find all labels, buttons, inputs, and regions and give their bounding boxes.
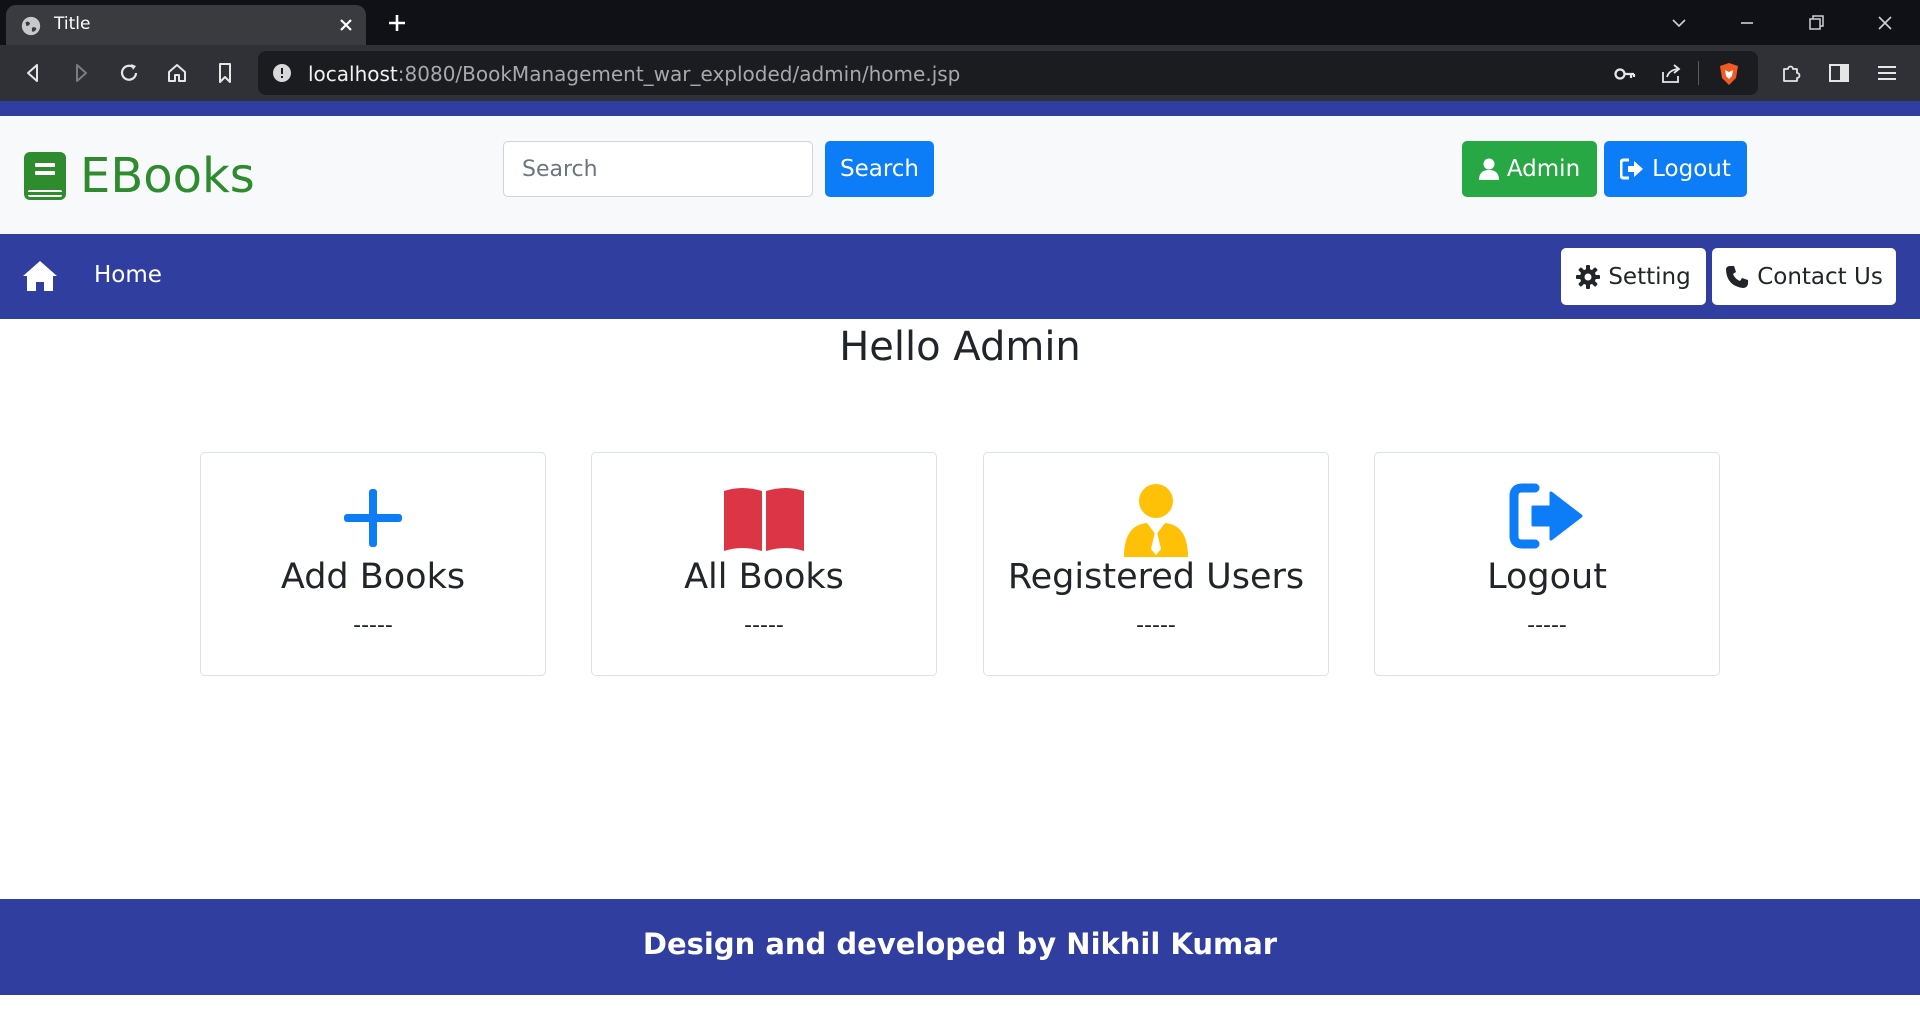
address-bar[interactable]: localhost:8080/BookManagement_war_explod… [258,51,1758,95]
card-title: Registered Users [1007,557,1305,597]
admin-button[interactable]: Admin [1462,141,1597,197]
setting-button[interactable]: Setting [1561,248,1706,305]
browser-tab[interactable]: Title [6,5,366,45]
footer-credit: Design and developed by Nikhil Kumar [642,927,1278,961]
card-registered-users[interactable]: Registered Users ----- [983,452,1329,676]
card-subtitle: ----- [1527,613,1567,638]
brave-shield-icon[interactable] [1716,61,1742,87]
bottom-spacer [0,995,1920,1010]
brand-name: EBooks [80,148,255,204]
user-tie-icon [1124,484,1188,557]
site-footer: Design and developed by Nikhil Kumar [0,899,1920,995]
address-bar-divider [1698,61,1699,85]
share-icon[interactable] [1658,61,1684,87]
card-title: Add Books [280,557,466,597]
admin-button-label: Admin [1506,156,1581,182]
back-icon[interactable] [20,60,46,86]
reload-icon[interactable] [116,60,142,86]
home-icon[interactable] [22,259,58,293]
menu-icon[interactable] [1874,60,1900,86]
minimize-icon[interactable] [1734,10,1760,36]
book-icon [24,152,66,200]
search-button[interactable]: Search [825,141,934,197]
globe-icon [21,16,41,36]
phone-icon [1726,265,1749,288]
gear-icon [1576,264,1601,289]
card-logout[interactable]: Logout ----- [1374,452,1720,676]
card-all-books[interactable]: All Books ----- [591,452,937,676]
open-book-icon [724,488,804,551]
card-title: Logout [1487,557,1607,597]
restore-icon[interactable] [1803,10,1829,36]
setting-button-label: Setting [1608,263,1691,290]
card-subtitle: ----- [1136,613,1176,638]
url-text: localhost:8080/BookManagement_war_explod… [308,62,960,86]
nav-home-link[interactable]: Home [94,262,162,288]
browser-toolbar: localhost:8080/BookManagement_war_explod… [0,45,1920,101]
logout-button-label: Logout [1652,156,1731,182]
page-title: Hello Admin [839,324,1081,370]
url-host: localhost [308,62,398,86]
card-title: All Books [684,557,844,597]
chevron-down-icon[interactable] [1666,10,1692,36]
brand-logo[interactable]: EBooks [24,148,255,204]
key-icon[interactable] [1612,61,1638,87]
plus-icon[interactable] [385,11,409,35]
browser-tab-bar: Title [0,0,1920,45]
search-input[interactable] [503,141,813,197]
navbar: Home Setting Contact Us [0,234,1920,319]
card-subtitle: ----- [744,613,784,638]
forward-icon[interactable] [68,60,94,86]
url-path: :8080/BookManagement_war_exploded/admin/… [397,62,961,86]
bookmark-icon[interactable] [212,60,238,86]
user-icon [1478,158,1499,180]
window-close-icon[interactable] [1872,10,1898,36]
home-icon[interactable] [164,60,190,86]
logout-icon [1620,158,1644,180]
info-icon[interactable] [272,63,292,83]
sidebar-icon[interactable] [1826,60,1852,86]
card-subtitle: ----- [353,613,393,638]
contact-us-button[interactable]: Contact Us [1712,248,1896,305]
contact-us-button-label: Contact Us [1757,263,1883,290]
extensions-icon[interactable] [1778,60,1804,86]
top-color-strip [0,101,1920,116]
close-icon[interactable] [336,15,356,35]
web-page: EBooks Search Admin Logout Home [0,101,1920,1010]
tab-title: Title [54,14,91,34]
card-add-books[interactable]: Add Books ----- [200,452,546,676]
plus-icon [344,489,402,547]
logout-icon [1509,483,1583,549]
logout-button[interactable]: Logout [1604,141,1747,197]
site-header: EBooks Search Admin Logout [0,116,1920,234]
